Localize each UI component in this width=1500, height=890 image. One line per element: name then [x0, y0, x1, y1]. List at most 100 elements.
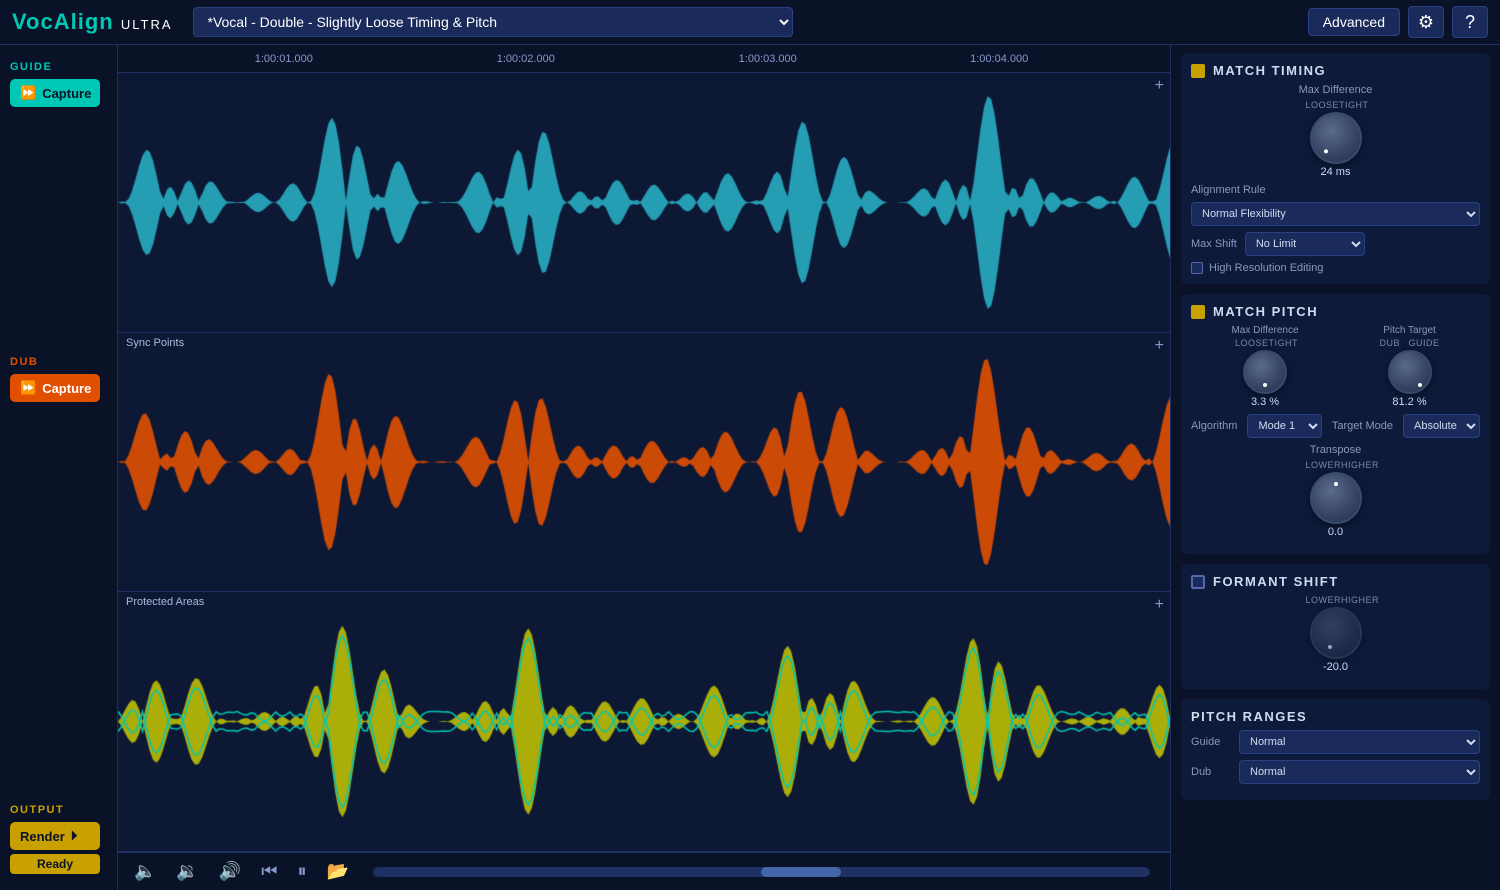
- pause-button[interactable]: ⏸: [291, 859, 312, 884]
- skip-back-button[interactable]: ⏮: [255, 859, 283, 884]
- logo-ultra: ULTRA: [121, 17, 173, 32]
- max-diff-label: Max Difference: [1191, 84, 1480, 96]
- dub-wave-panel: Sync Points +: [118, 333, 1170, 593]
- guide-range-row: Guide Normal: [1191, 730, 1480, 754]
- transpose-value: 0.0: [1328, 526, 1343, 538]
- pitch-target-knob[interactable]: [1388, 350, 1432, 394]
- timing-knob-value: 24 ms: [1321, 166, 1351, 178]
- match-timing-label: MATCH TIMING: [1213, 63, 1326, 78]
- formant-shift-checkbox[interactable]: [1191, 575, 1205, 589]
- match-pitch-checkbox[interactable]: [1191, 305, 1205, 319]
- match-pitch-section: MATCH PITCH Max Difference LOOSE TIGHT 3…: [1181, 294, 1490, 554]
- target-mode-select[interactable]: Absolute: [1403, 414, 1480, 438]
- pitch-ranges-label: PITCH RANGES: [1191, 709, 1307, 724]
- scrollbar-thumb[interactable]: [761, 867, 841, 877]
- hres-checkbox[interactable]: [1191, 262, 1203, 274]
- main-layout: GUIDE ⏩ Capture DUB ⏩ Capture OUTPUT Ren…: [0, 45, 1500, 890]
- pitch-maxdiff-value: 3.3 %: [1251, 396, 1279, 408]
- target-mode-label: Target Mode: [1332, 420, 1393, 432]
- timing-knob[interactable]: [1310, 112, 1362, 164]
- formant-labels: LOWER HIGHER: [1306, 595, 1366, 605]
- formant-knob[interactable]: [1310, 607, 1362, 659]
- pitch-maxdiff-knob[interactable]: [1243, 350, 1287, 394]
- timing-knob-row: LOOSE TIGHT 24 ms: [1191, 100, 1480, 178]
- dub-label: DUB: [10, 356, 107, 368]
- formant-knob-row: LOWER HIGHER -20.0: [1191, 595, 1480, 673]
- settings-button[interactable]: ⚙: [1408, 6, 1444, 38]
- alignment-rule-label: Alignment Rule: [1191, 184, 1266, 196]
- load-button[interactable]: 📂: [320, 859, 354, 884]
- pitch-dub-label: DUB: [1380, 338, 1401, 348]
- volume-mid-button[interactable]: 🔉: [170, 859, 204, 884]
- waveform-area: + Sync Points + Protected Areas +: [118, 73, 1170, 852]
- dub-waveform: [118, 333, 1170, 592]
- lower-label: LOWER: [1306, 460, 1342, 470]
- mute-button[interactable]: 🔈: [128, 859, 162, 884]
- output-panel-label: Protected Areas: [126, 596, 204, 608]
- scrollbar[interactable]: [373, 867, 1150, 877]
- right-panel: MATCH TIMING Max Difference LOOSE TIGHT …: [1170, 45, 1500, 890]
- volume-high-button[interactable]: 🔊: [213, 859, 247, 884]
- formant-value: -20.0: [1323, 661, 1348, 673]
- guide-range-label: Guide: [1191, 736, 1231, 748]
- output-wave-panel: Protected Areas +: [118, 592, 1170, 852]
- pitch-ranges-header: PITCH RANGES: [1191, 709, 1480, 724]
- formant-shift-section: FORMANT SHIFT LOWER HIGHER -20.0: [1181, 564, 1490, 689]
- pitch-tight-label: TIGHT: [1269, 338, 1299, 348]
- guide-label: GUIDE: [10, 61, 107, 73]
- advanced-button[interactable]: Advanced: [1308, 8, 1400, 36]
- dub-expand-button[interactable]: +: [1155, 337, 1164, 355]
- transpose-knob-container: LOWER HIGHER 0.0: [1306, 460, 1366, 538]
- max-shift-label: Max Shift: [1191, 238, 1237, 250]
- match-pitch-label: MATCH PITCH: [1213, 304, 1318, 319]
- dub-range-row: Dub Normal: [1191, 760, 1480, 784]
- guide-wave-panel: +: [118, 73, 1170, 333]
- match-timing-header: MATCH TIMING: [1191, 63, 1480, 78]
- pitch-knob-row: Max Difference LOOSE TIGHT 3.3 % Pitch T…: [1191, 325, 1480, 408]
- formant-knob-container: LOWER HIGHER -20.0: [1306, 595, 1366, 673]
- max-shift-select[interactable]: No Limit: [1245, 232, 1365, 256]
- match-timing-checkbox[interactable]: [1191, 64, 1205, 78]
- algorithm-select[interactable]: Mode 1: [1247, 414, 1321, 438]
- waveform-center: 1:00:01.000 1:00:02.000 1:00:03.000 1:00…: [118, 45, 1170, 890]
- capture-icon: ⏩: [20, 85, 36, 101]
- output-expand-button[interactable]: +: [1155, 596, 1164, 614]
- match-timing-section: MATCH TIMING Max Difference LOOSE TIGHT …: [1181, 53, 1490, 284]
- timing-knob-container: LOOSE TIGHT 24 ms: [1306, 100, 1366, 178]
- render-button[interactable]: Render ⏵: [10, 822, 100, 850]
- pitch-target-label: Pitch Target: [1383, 325, 1436, 336]
- sidebar: GUIDE ⏩ Capture DUB ⏩ Capture OUTPUT Ren…: [0, 45, 118, 890]
- pitch-maxdiff-knob-container: Max Difference LOOSE TIGHT 3.3 %: [1231, 325, 1298, 408]
- hres-label: High Resolution Editing: [1209, 262, 1323, 274]
- ready-badge: Ready: [10, 854, 100, 874]
- match-pitch-header: MATCH PITCH: [1191, 304, 1480, 319]
- formant-shift-label: FORMANT SHIFT: [1213, 574, 1339, 589]
- timing-loose-label: LOOSE: [1306, 100, 1340, 110]
- timeline-tick-2: 1:00:02.000: [497, 53, 555, 65]
- guide-expand-button[interactable]: +: [1155, 77, 1164, 95]
- pitch-target-knob-container: Pitch Target DUB GUIDE 81.2 %: [1380, 325, 1440, 408]
- timeline-tick-3: 1:00:03.000: [739, 53, 797, 65]
- dub-panel-label: Sync Points: [126, 337, 184, 349]
- guide-capture-button[interactable]: ⏩ Capture: [10, 79, 100, 107]
- dub-range-select[interactable]: Normal: [1239, 760, 1480, 784]
- max-shift-row: Max Shift No Limit: [1191, 232, 1480, 256]
- hres-row: High Resolution Editing: [1191, 262, 1480, 274]
- transpose-knob[interactable]: [1310, 472, 1362, 524]
- timeline-tick-1: 1:00:01.000: [255, 53, 313, 65]
- dub-capture-button[interactable]: ⏩ Capture: [10, 374, 100, 402]
- guide-waveform: [118, 73, 1170, 332]
- timeline: 1:00:01.000 1:00:02.000 1:00:03.000 1:00…: [118, 45, 1170, 73]
- alignment-rule-select[interactable]: Normal Flexibility: [1191, 202, 1480, 226]
- preset-select[interactable]: *Vocal - Double - Slightly Loose Timing …: [193, 7, 793, 37]
- app-logo: VocAlign ULTRA: [12, 9, 173, 35]
- render-icon: ⏵: [71, 828, 78, 844]
- pitch-algo-row: Algorithm Mode 1 Target Mode Absolute: [1191, 414, 1480, 438]
- pitch-guide-label: GUIDE: [1408, 338, 1439, 348]
- dub-range-label: Dub: [1191, 766, 1231, 778]
- formant-lower-label: LOWER: [1306, 595, 1342, 605]
- logo-vocalign: VocAlign: [12, 9, 114, 34]
- help-button[interactable]: ?: [1452, 6, 1488, 38]
- guide-range-select[interactable]: Normal: [1239, 730, 1480, 754]
- higher-label: HIGHER: [1341, 460, 1379, 470]
